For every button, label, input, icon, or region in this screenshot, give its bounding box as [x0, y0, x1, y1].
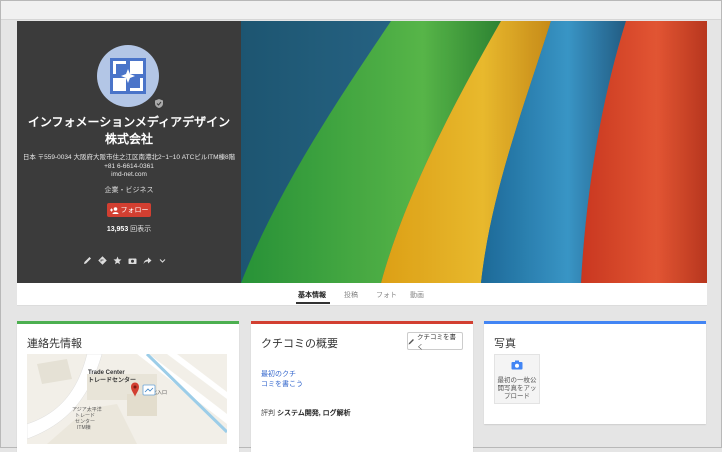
phone-text[interactable]: +81 6-6614-0361	[21, 163, 237, 172]
reviews-title: クチコミの概要	[261, 338, 338, 350]
tab-bar: 基本情報 投稿 フォト 動画	[17, 283, 707, 306]
tab-photos[interactable]: フォト	[376, 290, 397, 300]
photos-card: 写真 最初の一枚公 開写真をアッ プロード	[484, 321, 706, 424]
camera-icon[interactable]	[128, 255, 137, 265]
map-view[interactable]: Trade Center トレードセンター アジア太平洋 トレード センター I…	[27, 354, 227, 444]
address-text: 日本 〒559-0034 大阪府大阪市住之江区南港北2−1−10 ATCビルIT…	[22, 154, 236, 161]
map-label-trade-center-ja: トレードセンター	[88, 376, 136, 384]
follow-label: フォロー	[120, 207, 149, 214]
write-review-label: クチコミを書く	[416, 334, 456, 351]
first-review-link[interactable]: 最初のクチ コミを書こう	[261, 370, 303, 390]
map-label-asia-4: ITM棟	[77, 424, 91, 431]
verified-badge-icon	[153, 97, 165, 109]
reviews-card: クチコミの概要 クチコミを書く 最初のクチ コミを書こう 評判 システム開発, …	[251, 321, 473, 452]
camera-icon	[511, 360, 523, 370]
map-label-trade-center: Trade Center	[88, 370, 125, 376]
first-review-link-line1: 最初のクチ	[261, 371, 296, 378]
photos-title: 写真	[494, 338, 516, 350]
upload-photo-tile[interactable]: 最初の一枚公 開写真をアッ プロード	[494, 354, 540, 404]
contact-card: 連絡先情報 Trade Center トレードセンター アジア太平洋 トレード …	[17, 321, 239, 452]
upload-line-3: プロード	[504, 393, 530, 400]
cover-section: インフォメーションメディアデザイン株式会社 日本 〒559-0034 大阪府大阪…	[17, 21, 707, 283]
map-label-asia-3: センター	[75, 418, 95, 425]
views-number: 13,953	[106, 226, 129, 233]
map-image: Trade Center トレードセンター アジア太平洋 トレード センター I…	[27, 354, 227, 444]
contact-block: 日本 〒559-0034 大阪府大阪市住之江区南港北2−1−10 ATCビルIT…	[21, 154, 237, 180]
active-tab-indicator	[296, 302, 330, 304]
views-suffix: 回表示	[128, 226, 152, 233]
share-icon[interactable]	[143, 255, 152, 265]
cover-photo	[241, 21, 707, 283]
upload-line-1: 最初の一枚公	[497, 377, 537, 384]
tab-videos[interactable]: 動画	[410, 290, 424, 300]
star-icon[interactable]	[113, 255, 122, 265]
pencil-icon[interactable]	[83, 255, 92, 265]
chevron-down-icon[interactable]	[158, 255, 167, 265]
reputation-tags: 評判 システム開発, ログ解析	[261, 408, 351, 418]
avatar[interactable]	[97, 45, 159, 107]
reputation-values: システム開発, ログ解析	[276, 410, 351, 417]
tab-posts[interactable]: 投稿	[344, 290, 358, 300]
colored-paper-image	[241, 21, 707, 283]
profile-panel: インフォメーションメディアデザイン株式会社 日本 〒559-0034 大阪府大阪…	[17, 21, 241, 283]
add-person-icon	[109, 206, 118, 214]
page-title: インフォメーションメディアデザイン株式会社	[27, 115, 231, 146]
action-bar	[83, 255, 167, 265]
views-count: 13,953 回表示	[17, 224, 241, 234]
upload-photo-text: 最初の一枚公 開写真をアッ プロード	[495, 377, 539, 401]
tab-about[interactable]: 基本情報	[298, 290, 326, 300]
pencil-icon	[408, 338, 414, 344]
directions-icon[interactable]	[98, 255, 107, 265]
reputation-label: 評判	[261, 410, 275, 417]
write-review-button[interactable]: クチコミを書く	[407, 332, 463, 351]
map-label-asia-1: アジア太平洋	[72, 406, 102, 413]
first-review-link-line2: コミを書こう	[261, 381, 303, 388]
contact-title: 連絡先情報	[27, 338, 82, 350]
website-link[interactable]: imd-net.com	[21, 171, 237, 180]
company-logo-icon	[110, 58, 146, 94]
browser-frame: インフォメーションメディアデザイン株式会社 日本 〒559-0034 大阪府大阪…	[0, 0, 722, 452]
follow-button[interactable]: フォロー	[107, 203, 151, 217]
top-bar	[1, 1, 721, 20]
category-text: 企業・ビジネス	[104, 187, 154, 194]
upload-line-2: 開写真をアッ	[497, 385, 537, 392]
